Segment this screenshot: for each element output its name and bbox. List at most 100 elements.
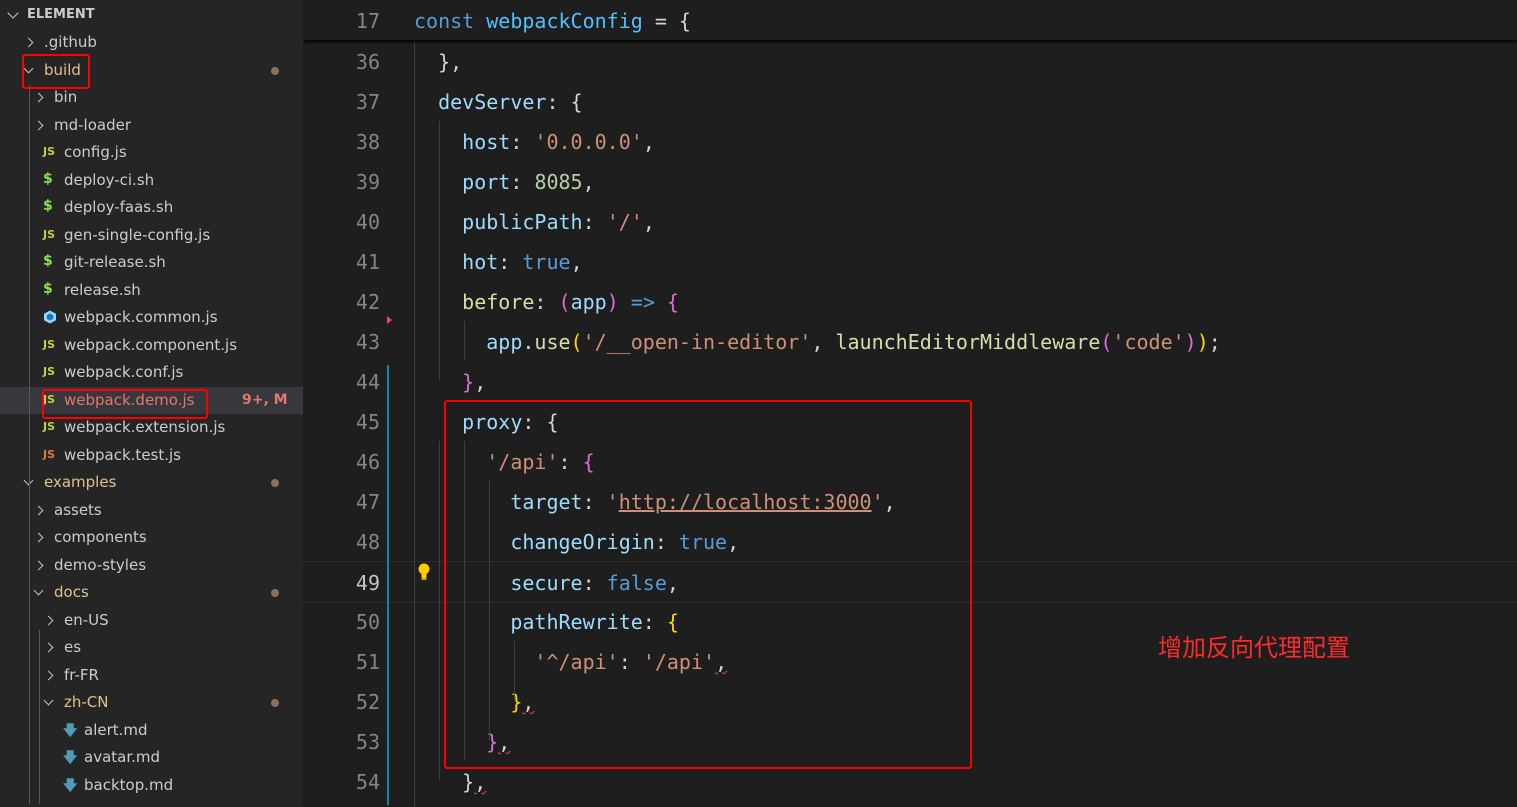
code-line[interactable]: 39 port: 8085, (303, 161, 1517, 201)
code-token: '/__open-in-editor' (582, 330, 812, 354)
folder-item[interactable]: assets (0, 497, 303, 524)
lightbulb-icon[interactable] (418, 563, 430, 585)
tree-item-label: .github (44, 33, 97, 51)
code-token: ) (1184, 330, 1197, 354)
code-token: ( (1100, 330, 1113, 354)
code-text: }, (414, 770, 486, 794)
line-number: 17 (355, 9, 380, 33)
shell-file-icon: $ (43, 170, 53, 187)
markdown-file-icon: 🡇 (63, 777, 78, 794)
chevron-right-icon (43, 615, 54, 625)
line-number: 39 (355, 170, 380, 194)
code-token: } (462, 770, 475, 794)
explorer-sidebar: ELEMENT .github build bin md-loader JS config… (0, 0, 303, 807)
code-token: = { (642, 9, 691, 33)
chevron-right-icon (43, 642, 54, 653)
webpack-file-icon (43, 310, 57, 327)
line-number: 50 (355, 610, 380, 634)
highlight-box-webpack-demo (42, 389, 208, 419)
folder-item[interactable]: en-US (0, 607, 303, 634)
chevron-down-icon (43, 695, 54, 706)
tree-item-label: git-release.sh (64, 253, 166, 271)
tree-item-label: release.sh (64, 280, 141, 299)
code-token: app (486, 330, 523, 354)
code-editor[interactable]: 36 }, 37 devServer: {38 host: '0.0.0.0', 3… (303, 0, 1517, 807)
indent-guide (439, 441, 440, 780)
code-line[interactable]: 38 host: '0.0.0.0', (303, 121, 1517, 161)
file-item[interactable]: JS config.js (0, 139, 303, 166)
file-item[interactable]: $ release.sh (0, 277, 303, 304)
code-token: , (474, 770, 487, 794)
code-line[interactable]: 36 }, (303, 41, 1517, 81)
code-token: webpackConfig (486, 9, 643, 33)
tree-item-label: bin (54, 88, 78, 106)
line-number: 49 (355, 571, 380, 595)
code-token: ) (606, 290, 619, 314)
code-token: => (618, 290, 667, 314)
file-item[interactable]: $ git-release.sh (0, 249, 303, 276)
code-line[interactable]: 40 publicPath: '/', (303, 201, 1517, 241)
line-number: 38 (355, 130, 380, 154)
tree-item-label: webpack.component.js (64, 335, 238, 354)
code-token: ( (570, 330, 583, 354)
shell-file-icon: $ (43, 280, 53, 297)
folder-item[interactable]: zh-CN (0, 689, 303, 716)
file-item[interactable]: JS gen-single-config.js (0, 222, 303, 249)
tree-item-label: md-loader (54, 115, 131, 134)
file-item[interactable]: $ deploy-ci.sh (0, 167, 303, 194)
folder-item[interactable]: es (0, 634, 303, 661)
code-token: : (510, 130, 535, 154)
line-number: 37 (355, 90, 380, 114)
file-item[interactable]: 🡇 avatar.md (0, 744, 303, 771)
code-line[interactable]: 41 hot: true, (303, 241, 1517, 281)
tree-item-label: zh-CN (64, 693, 109, 711)
line-number: 42 (355, 290, 380, 314)
code-text: port: 8085, (414, 170, 595, 194)
tree-item-label: webpack.extension.js (64, 418, 226, 436)
tree-item-label: alert.md (84, 720, 148, 739)
tree-item-label: gen-single-config.js (64, 225, 211, 244)
file-item[interactable]: JS webpack.conf.js (0, 359, 303, 386)
highlight-box-proxy (444, 400, 972, 769)
tree-item-label: es (64, 638, 82, 656)
markdown-file-icon: 🡇 (63, 722, 78, 739)
modified-dot-indicator (271, 589, 279, 597)
code-text: publicPath: '/', (414, 210, 655, 234)
folder-item[interactable]: components (0, 524, 303, 551)
file-item[interactable]: $ deploy-faas.sh (0, 194, 303, 221)
code-line[interactable]: 43 app.use('/__open-in-editor', launchEd… (303, 321, 1517, 361)
file-item[interactable]: 🡇 backtop.md (0, 772, 303, 799)
file-item[interactable]: JS webpack.test.js (0, 442, 303, 469)
code-token: } (462, 370, 475, 394)
modified-dot-indicator (271, 479, 279, 487)
folder-item[interactable]: demo-styles (0, 552, 303, 579)
explorer-root-header[interactable]: ELEMENT (0, 0, 303, 29)
line-number: 36 (355, 50, 380, 74)
folder-item[interactable]: .github (0, 29, 303, 56)
code-line[interactable]: 37 devServer: { (303, 81, 1517, 121)
js-file-icon: JS (43, 420, 56, 433)
code-token: , (642, 210, 655, 234)
folder-item[interactable]: fr-FR (0, 662, 303, 689)
markdown-file-icon: 🡇 (63, 750, 78, 766)
sticky-scroll-header[interactable]: 17 const webpackConfig = { (303, 0, 1517, 40)
chevron-right-icon (33, 92, 44, 103)
tree-item-label: demo-styles (54, 555, 147, 574)
line-number: 48 (355, 530, 380, 554)
folder-item[interactable]: examples (0, 469, 303, 496)
tree-item-label: webpack.common.js (64, 308, 218, 326)
folder-item[interactable]: docs (0, 579, 303, 606)
file-item[interactable]: 🡇 alert.md (0, 717, 303, 744)
code-token: before (462, 290, 535, 314)
code-line[interactable]: 42 before: (app) => { (303, 281, 1517, 321)
file-item[interactable]: webpack.common.js (0, 304, 303, 331)
sticky-code-line[interactable]: 17 const webpackConfig = { (303, 0, 1517, 40)
line-number: 52 (355, 690, 380, 714)
code-token: '0.0.0.0' (534, 130, 643, 154)
code-line[interactable]: 44 }, (303, 361, 1517, 401)
file-item[interactable]: JS webpack.component.js (0, 332, 303, 359)
line-number: 40 (355, 210, 380, 234)
folder-item[interactable]: md-loader (0, 112, 303, 139)
code-token: , (582, 170, 595, 194)
